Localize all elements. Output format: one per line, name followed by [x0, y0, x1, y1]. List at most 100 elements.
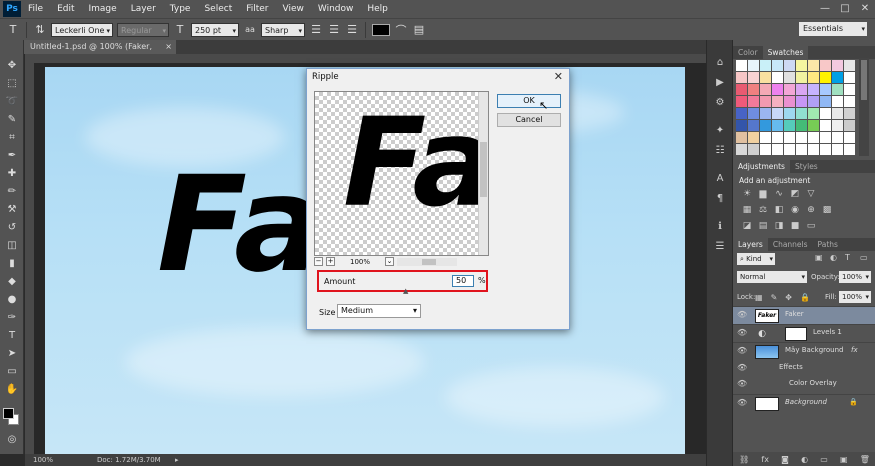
eyedropper-tool-icon[interactable]: ✒: [4, 148, 20, 164]
menu-filter[interactable]: Filter: [239, 0, 275, 18]
hue-saturation-icon[interactable]: ▦: [741, 204, 753, 216]
tab-swatches[interactable]: Swatches: [762, 46, 809, 59]
color-swatch[interactable]: [832, 120, 843, 131]
color-swatch[interactable]: [820, 120, 831, 131]
color-swatch[interactable]: [832, 144, 843, 155]
lasso-tool-icon[interactable]: ➰: [4, 94, 20, 110]
layer-row[interactable]: 👁 Mây Background fx: [733, 342, 875, 360]
swatches-scrollbar[interactable]: [859, 58, 869, 156]
fx-icon[interactable]: fx: [761, 455, 769, 464]
color-swatch[interactable]: [736, 84, 747, 95]
color-swatch[interactable]: [784, 144, 795, 155]
color-swatch[interactable]: [808, 144, 819, 155]
align-left-icon[interactable]: ☰: [309, 23, 323, 36]
document-tab[interactable]: Untitled-1.psd @ 100% (Faker, RGB/8) * ×: [24, 40, 176, 65]
font-size-select[interactable]: 250 pt: [191, 22, 239, 38]
color-swatch[interactable]: [820, 96, 831, 107]
color-swatch[interactable]: [760, 96, 771, 107]
maximize-button[interactable]: □: [835, 0, 855, 18]
zoom-out-button[interactable]: −: [314, 257, 323, 266]
preview-horizontal-scrollbar[interactable]: [397, 257, 458, 266]
color-swatch[interactable]: [820, 84, 831, 95]
layer-row[interactable]: 👁 ◐ Levels 1: [733, 324, 875, 342]
color-swatch[interactable]: [772, 144, 783, 155]
color-swatch[interactable]: [820, 132, 831, 143]
color-swatch[interactable]: [772, 96, 783, 107]
info-icon[interactable]: ℹ: [713, 220, 727, 234]
color-swatch[interactable]: [784, 60, 795, 71]
color-swatch[interactable]: [760, 108, 771, 119]
color-swatch[interactable]: [832, 60, 843, 71]
tab-color[interactable]: Color: [733, 46, 763, 59]
posterize-icon[interactable]: ▤: [757, 220, 769, 232]
ok-button[interactable]: OK: [497, 94, 561, 108]
brush-tool-icon[interactable]: ✏: [4, 184, 20, 200]
color-swatch[interactable]: [748, 72, 759, 83]
color-swatch[interactable]: [772, 60, 783, 71]
amount-slider-handle[interactable]: ▲: [403, 287, 408, 295]
color-swatch[interactable]: [760, 84, 771, 95]
shape-filter-icon[interactable]: ▭: [860, 253, 869, 263]
color-swatch[interactable]: [796, 96, 807, 107]
exposure-icon[interactable]: ◩: [789, 188, 801, 200]
eraser-tool-icon[interactable]: ◫: [4, 238, 20, 254]
size-select[interactable]: Medium: [337, 304, 421, 318]
color-swatch[interactable]: [748, 144, 759, 155]
color-swatch[interactable]: [832, 108, 843, 119]
gradient-tool-icon[interactable]: ▮: [4, 256, 20, 272]
color-swatch[interactable]: [844, 84, 855, 95]
scrollbar-thumb[interactable]: [480, 142, 487, 197]
canvas-text-layer[interactable]: Fa: [157, 159, 325, 291]
color-swatch[interactable]: [832, 132, 843, 143]
menu-edit[interactable]: Edit: [50, 0, 81, 18]
color-swatch[interactable]: [844, 144, 855, 155]
color-swatch[interactable]: [796, 72, 807, 83]
cancel-button[interactable]: Cancel: [497, 113, 561, 127]
lock-pixels-icon[interactable]: ✎: [771, 293, 778, 302]
menu-type[interactable]: Type: [163, 0, 198, 18]
crop-tool-icon[interactable]: ⌗: [4, 130, 20, 146]
tab-paths[interactable]: Paths: [813, 238, 843, 251]
adjustment-filter-icon[interactable]: ◐: [830, 253, 839, 263]
menu-layer[interactable]: Layer: [124, 0, 163, 18]
color-balance-icon[interactable]: ⚖: [757, 204, 769, 216]
menu-file[interactable]: File: [21, 0, 50, 18]
eye-icon[interactable]: 👁: [737, 328, 747, 337]
opacity-input[interactable]: 100%: [839, 271, 871, 283]
brush-panel-icon[interactable]: ✦: [713, 124, 727, 138]
actions-icon[interactable]: ▶: [713, 76, 727, 90]
color-swatch[interactable]: [748, 108, 759, 119]
color-swatch[interactable]: [736, 72, 747, 83]
color-swatch[interactable]: [844, 132, 855, 143]
color-swatch[interactable]: [808, 72, 819, 83]
color-swatch[interactable]: [796, 144, 807, 155]
color-swatch[interactable]: [808, 108, 819, 119]
lock-position-icon[interactable]: ✥: [785, 293, 792, 302]
color-swatch[interactable]: [772, 120, 783, 131]
menu-window[interactable]: Window: [311, 0, 361, 18]
color-swatch[interactable]: [820, 144, 831, 155]
warp-text-icon[interactable]: ⌒: [394, 22, 408, 38]
color-swatch[interactable]: [844, 120, 855, 131]
color-swatch[interactable]: [844, 72, 855, 83]
color-swatch[interactable]: [748, 96, 759, 107]
curves-icon[interactable]: ∿: [773, 188, 785, 200]
levels-icon[interactable]: ▆: [757, 188, 769, 200]
color-swatch[interactable]: [748, 84, 759, 95]
color-swatch[interactable]: [736, 144, 747, 155]
color-swatch[interactable]: [736, 60, 747, 71]
color-swatch[interactable]: [736, 108, 747, 119]
character-panel-icon[interactable]: ▤: [412, 23, 426, 36]
fill-input[interactable]: 100%: [839, 291, 871, 303]
adjustment-icon[interactable]: ◐: [801, 455, 808, 464]
color-swatch[interactable]: [784, 84, 795, 95]
menu-help[interactable]: Help: [360, 0, 395, 18]
preview-scrollbar[interactable]: [478, 92, 488, 255]
layer-effect-item[interactable]: 👁 Color Overlay: [733, 376, 875, 394]
color-swatch[interactable]: [808, 96, 819, 107]
color-swatch[interactable]: [784, 132, 795, 143]
foreground-color[interactable]: [3, 408, 14, 419]
color-swatch[interactable]: [820, 60, 831, 71]
color-swatch[interactable]: [736, 120, 747, 131]
zoom-level[interactable]: 100%: [33, 454, 53, 466]
